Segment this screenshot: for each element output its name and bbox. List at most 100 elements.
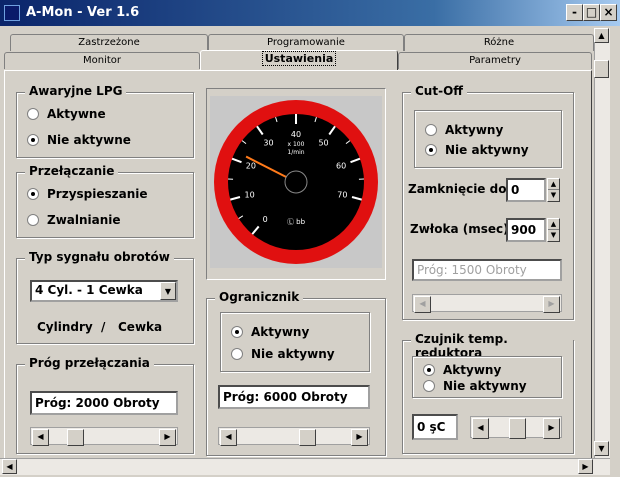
arrow-right-icon[interactable]: ▶ xyxy=(543,296,560,313)
cylindry-label: Cylindry xyxy=(37,320,93,334)
arrow-left-icon[interactable]: ◀ xyxy=(2,459,17,474)
zwloka-label: Zwłoka (msec) xyxy=(410,222,509,236)
radio-label: Nie aktywny xyxy=(443,379,527,393)
arrow-left-icon[interactable]: ◀ xyxy=(472,418,489,439)
gauge-unit-2: 1/min xyxy=(287,149,304,156)
tab-parametry[interactable]: Parametry xyxy=(398,52,592,69)
radio-indicator xyxy=(231,325,243,338)
gauge-tick-label: 40 xyxy=(291,130,301,139)
spin-up-icon[interactable]: ▲ xyxy=(548,179,559,190)
ogranicznik-radio-box: Aktywny Nie aktywny xyxy=(220,312,370,372)
gauge-tick-label: 60 xyxy=(336,162,346,171)
group-title: Przełączanie xyxy=(25,164,119,178)
arrow-right-icon[interactable]: ▶ xyxy=(578,459,593,474)
tab-rozne[interactable]: Różne xyxy=(404,34,594,51)
radio-cutoff-nie-aktywny[interactable]: Nie aktywny xyxy=(425,143,529,157)
gauge-tick-label: 30 xyxy=(263,139,273,148)
prog-przelaczania-slider[interactable]: ◀ ▶ xyxy=(30,427,178,446)
caption-separator: / xyxy=(101,320,106,334)
vertical-scrollbar[interactable] xyxy=(594,28,610,458)
gauge-tick-label: 0 xyxy=(263,215,268,224)
tab-ustawienia[interactable]: Ustawienia xyxy=(200,50,398,70)
radio-indicator xyxy=(423,363,435,376)
radio-label: Nie aktywny xyxy=(445,143,529,157)
arrow-down-icon[interactable]: ▼ xyxy=(594,441,609,456)
arrow-left-icon[interactable]: ◀ xyxy=(414,296,431,313)
radio-zwalnianie-indicator xyxy=(27,213,39,226)
radio-ogranicznik-nie-aktywny[interactable]: Nie aktywny xyxy=(231,347,335,361)
radio-cutoff-aktywny[interactable]: Aktywny xyxy=(425,123,503,137)
group-title: Ogranicznik xyxy=(215,290,304,304)
radio-label: Nie aktywne xyxy=(47,133,131,147)
cutoff-slider[interactable]: ◀ ▶ xyxy=(412,294,562,313)
window-title: A-Mon - Ver 1.6 xyxy=(26,5,140,20)
radio-indicator xyxy=(425,123,437,136)
tab-ustawienia-label: Ustawienia xyxy=(261,51,337,66)
czujnik-slider[interactable]: ◀ ▶ xyxy=(470,416,562,439)
spin-up-icon[interactable]: ▲ xyxy=(548,219,559,230)
ogranicznik-field: Próg: 6000 Obroty xyxy=(218,385,370,409)
tab-monitor[interactable]: Monitor xyxy=(4,52,200,69)
horizontal-scrollbar[interactable] xyxy=(0,458,610,475)
spin-down-icon[interactable]: ▼ xyxy=(548,190,559,200)
arrow-right-icon[interactable]: ▶ xyxy=(543,418,560,439)
ogranicznik-slider[interactable]: ◀ ▶ xyxy=(218,427,370,446)
radio-ogranicznik-aktywny[interactable]: Aktywny xyxy=(231,325,309,339)
arrow-up-icon[interactable]: ▲ xyxy=(594,28,609,43)
radio-label: Aktywne xyxy=(47,107,106,121)
gauge-tick-label: 70 xyxy=(337,190,347,199)
chevron-down-icon[interactable]: ▼ xyxy=(160,282,176,300)
gauge-tick-label: 10 xyxy=(245,190,255,199)
radio-indicator xyxy=(231,347,243,360)
radio-nie-aktywne[interactable]: Nie aktywne xyxy=(27,133,131,147)
zwloka-input[interactable]: 900 xyxy=(506,218,546,242)
zamkniecie-spinner[interactable]: ▲ ▼ xyxy=(547,178,560,202)
tab-programowanie[interactable]: Programowanie xyxy=(208,34,404,51)
group-awaryjne-lpg: Awaryjne LPG Aktywne Nie aktywne xyxy=(16,84,194,158)
gauge-tick-label: 50 xyxy=(318,139,328,148)
app-icon xyxy=(4,5,20,21)
group-title: Typ sygnału obrotów xyxy=(25,250,174,264)
typ-sygnalu-select[interactable]: 4 Cyl. - 1 Cewka xyxy=(30,280,178,302)
czujnik-radio-box: Aktywny Nie aktywny xyxy=(412,356,562,398)
arrow-left-icon[interactable]: ◀ xyxy=(220,429,237,446)
gauge-hub xyxy=(284,170,308,194)
minimize-button[interactable]: - xyxy=(566,4,583,21)
zwloka-spinner[interactable]: ▲ ▼ xyxy=(547,218,560,242)
cutoff-prog-field: Próg: 1500 Obroty xyxy=(412,259,562,281)
radio-label: Aktywny xyxy=(251,325,310,339)
radio-indicator xyxy=(423,379,435,392)
arrow-left-icon[interactable]: ◀ xyxy=(32,429,49,446)
cewka-label: Cewka xyxy=(118,320,163,334)
radio-nie-aktywne-indicator xyxy=(27,133,39,146)
radio-aktywne[interactable]: Aktywne xyxy=(27,107,106,121)
prog-przelaczania-field: Próg: 2000 Obroty xyxy=(30,391,178,415)
cutoff-radio-box: Aktywny Nie aktywny xyxy=(414,110,562,168)
vertical-scroll-thumb[interactable] xyxy=(594,60,609,78)
zamkniecie-input[interactable]: 0 xyxy=(506,178,546,202)
radio-indicator xyxy=(425,143,437,156)
radio-przyspieszanie-indicator xyxy=(27,187,39,200)
arrow-right-icon[interactable]: ▶ xyxy=(159,429,176,446)
spin-down-icon[interactable]: ▼ xyxy=(548,230,559,240)
radio-przyspieszanie[interactable]: Przyspieszanie xyxy=(27,187,148,201)
gauge-unit-1: x 100 xyxy=(288,141,305,148)
radio-czujnik-nie-aktywny[interactable]: Nie aktywny xyxy=(423,379,527,393)
gauge-tick-label: 20 xyxy=(246,162,256,171)
maximize-button[interactable]: □ xyxy=(583,4,600,21)
radio-zwalnianie[interactable]: Zwalnianie xyxy=(27,213,121,227)
radio-aktywne-indicator xyxy=(27,107,39,120)
slider-thumb[interactable] xyxy=(508,418,526,439)
close-button[interactable]: × xyxy=(600,4,617,21)
slider-thumb[interactable] xyxy=(67,429,85,446)
group-title: Awaryjne LPG xyxy=(25,84,127,98)
radio-label: Zwalnianie xyxy=(47,213,121,227)
zamkniecie-label: Zamknięcie do xyxy=(408,182,507,196)
radio-czujnik-aktywny[interactable]: Aktywny xyxy=(423,363,501,377)
group-title: Cut-Off xyxy=(411,84,467,98)
slider-thumb[interactable] xyxy=(298,429,316,446)
tab-zastrzezone[interactable]: Zastrzeżone xyxy=(10,34,208,51)
radio-label: Aktywny xyxy=(445,123,504,137)
group-przelaczanie: Przełączanie Przyspieszanie Zwalnianie xyxy=(16,164,194,238)
arrow-right-icon[interactable]: ▶ xyxy=(351,429,368,446)
